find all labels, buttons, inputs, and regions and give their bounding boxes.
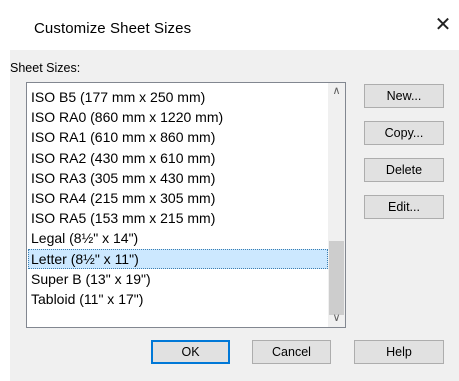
scroll-down-icon[interactable]: ∨ [328, 310, 345, 327]
list-item[interactable]: ISO RA5 (153 mm x 215 mm) [28, 208, 328, 228]
list-item[interactable]: ISO B5 (177 mm x 250 mm) [28, 87, 328, 107]
list-item[interactable]: ISO RA2 (430 mm x 610 mm) [28, 148, 328, 168]
copy-button[interactable]: Copy... [364, 121, 444, 145]
list-item[interactable]: Letter (8½" x 11") [28, 248, 328, 269]
edit-button[interactable]: Edit... [364, 195, 444, 219]
list-item[interactable]: Legal (8½" x 14") [28, 228, 328, 248]
dialog-title: Customize Sheet Sizes [34, 20, 192, 37]
scrollbar-thumb[interactable] [329, 241, 344, 315]
sheet-sizes-label: Sheet Sizes: [10, 61, 81, 75]
list-item[interactable]: ISO RA0 (860 mm x 1220 mm) [28, 107, 328, 127]
help-button[interactable]: Help [354, 340, 444, 364]
list-item[interactable]: Super B (13" x 19") [28, 269, 328, 289]
list-item[interactable]: ISO RA4 (215 mm x 305 mm) [28, 188, 328, 208]
delete-button[interactable]: Delete [364, 158, 444, 182]
sheet-sizes-listbox[interactable]: ISO B5 (177 mm x 250 mm) ISO RA0 (860 mm … [26, 82, 346, 328]
close-icon[interactable]: ✕ [432, 14, 454, 36]
new-button[interactable]: New... [364, 84, 444, 108]
list-item[interactable]: ISO RA3 (305 mm x 430 mm) [28, 168, 328, 188]
scroll-up-icon[interactable]: ∧ [328, 83, 345, 100]
list-item[interactable]: ISO RA1 (610 mm x 860 mm) [28, 127, 328, 147]
sheet-sizes-list: ISO B5 (177 mm x 250 mm) ISO RA0 (860 mm … [28, 87, 328, 309]
list-item[interactable]: Tabloid (11" x 17") [28, 289, 328, 309]
cancel-button[interactable]: Cancel [252, 340, 331, 364]
ok-button[interactable]: OK [151, 340, 230, 364]
vertical-scrollbar[interactable]: ∧ ∨ [328, 83, 345, 327]
customize-sheet-sizes-dialog: Customize Sheet Sizes ✕ Sheet Sizes: ISO… [0, 0, 459, 381]
